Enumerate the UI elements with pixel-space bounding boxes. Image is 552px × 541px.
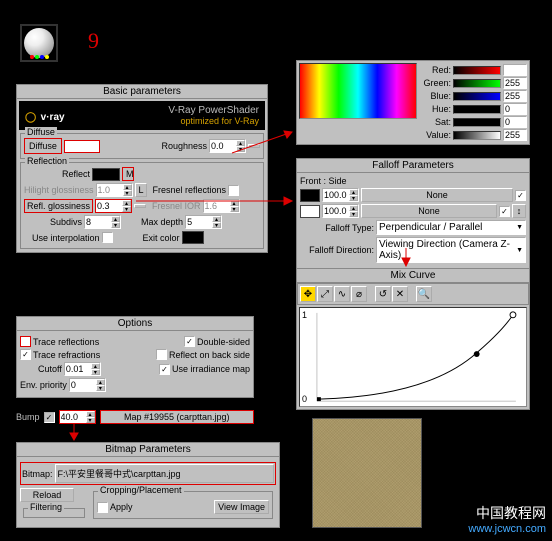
bump-checkbox[interactable]: ✓ [44, 412, 55, 423]
hgloss-label: Hilight glossiness [24, 185, 94, 195]
side-map-button[interactable]: None [361, 204, 497, 218]
side-check[interactable]: ✓ [499, 206, 510, 217]
hue-input[interactable] [503, 103, 527, 115]
falloff-title: Falloff Parameters [297, 159, 529, 173]
arrow-bump-to-bitmap [64, 422, 84, 446]
exitcolor-label: Exit color [143, 233, 180, 243]
red-input[interactable] [503, 64, 527, 76]
exitcolor-swatch[interactable] [182, 231, 204, 244]
bitmap-title: Bitmap Parameters [17, 443, 279, 457]
roughness-label: Roughness [161, 141, 207, 151]
curve-toolbar: ✥ ⤢ ∿ ⌀ ↺ ✕ 🔍 [297, 283, 529, 305]
interp-checkbox[interactable] [102, 232, 113, 243]
zoom-icon[interactable]: 🔍 [416, 286, 432, 302]
bump-label: Bump [16, 412, 40, 422]
bump-map-button[interactable]: Map #19955 (carpttan.jpg) [100, 410, 254, 424]
reflect-label: Reflect [62, 169, 90, 179]
bitmap-parameters-panel: Bitmap Parameters Bitmap:F:\平安里餐哥中式\carp… [16, 442, 280, 528]
vray-line1: V-Ray PowerShader [168, 105, 259, 116]
trace-refr-checkbox[interactable]: ✓ [20, 349, 31, 360]
mix-curve-panel: Mix Curve ✥ ⤢ ∿ ⌀ ↺ ✕ 🔍 1 0 [296, 268, 530, 410]
value-slider[interactable] [453, 131, 501, 140]
envpri-spinner[interactable]: ▴▾ [69, 378, 106, 392]
value-input[interactable] [503, 129, 527, 141]
sat-slider[interactable] [453, 118, 501, 127]
subdivs-spinner[interactable]: ▴▾ [84, 215, 121, 229]
interp-label: Use interpolation [32, 233, 100, 243]
front-map-button[interactable]: None [361, 188, 513, 202]
diffuse-color-swatch[interactable] [64, 140, 100, 153]
watermark: 中国教程网 www.jcwcn.com [468, 503, 546, 535]
bitmap-path-button[interactable]: F:\平安里餐哥中式\carpttan.jpg [55, 464, 274, 483]
reset-icon[interactable]: ↺ [375, 286, 391, 302]
hgloss-spinner[interactable]: ▴▾ [96, 183, 133, 197]
diffuse-label: Diffuse [24, 138, 62, 154]
reflect-map-button[interactable]: M [122, 167, 134, 181]
apply-checkbox[interactable] [97, 502, 108, 513]
vray-banner: ◯ v·ray V-Ray PowerShader optimized for … [19, 101, 265, 130]
front-spinner[interactable]: ▴▾ [322, 188, 359, 202]
irradiance-checkbox[interactable]: ✓ [159, 364, 170, 375]
blue-slider[interactable] [453, 92, 501, 101]
maxdepth-label: Max depth [141, 217, 183, 227]
bump-row: Bump ✓ ▴▾ Map #19955 (carpttan.jpg) [16, 410, 254, 424]
cutoff-spinner[interactable]: ▴▾ [64, 362, 101, 376]
close-icon[interactable]: ✕ [392, 286, 408, 302]
move-tool-icon[interactable]: ✥ [300, 286, 316, 302]
trace-refl-checkbox[interactable] [20, 336, 31, 347]
vray-line2: optimized for V-Ray [168, 116, 259, 126]
basic-title: Basic parameters [17, 85, 267, 99]
arrow-reflect-to-falloff [134, 194, 300, 208]
front-swatch[interactable] [300, 189, 320, 202]
options-panel: Options Trace reflections ✓Double-sided … [16, 316, 254, 398]
maxdepth-spinner[interactable]: ▴▾ [185, 215, 222, 229]
bitmap-label: Bitmap: [22, 469, 53, 479]
material-preview-sphere [20, 24, 58, 62]
arrow-diffuse-to-picker [230, 128, 300, 158]
side-spinner[interactable]: ▴▾ [322, 204, 359, 218]
falloff-type-dropdown[interactable]: Perpendicular / Parallel▼ [376, 220, 526, 235]
vray-logo: ◯ v·ray [25, 107, 65, 125]
front-check[interactable]: ✓ [515, 190, 526, 201]
options-title: Options [17, 317, 253, 331]
basic-parameters-panel: Basic parameters ◯ v·ray V-Ray PowerShad… [16, 84, 268, 253]
reflect-back-checkbox[interactable] [156, 349, 167, 360]
texture-preview [312, 418, 422, 528]
frontside-label: Front : Side [300, 176, 526, 186]
step-number: 9 [88, 28, 99, 54]
view-image-button[interactable]: View Image [214, 500, 269, 514]
green-slider[interactable] [453, 79, 501, 88]
blue-input[interactable] [503, 90, 527, 102]
side-swatch[interactable] [300, 205, 320, 218]
rgloss-spinner[interactable]: ▴▾ [95, 199, 132, 213]
rgloss-label: Refl. glossiness [24, 199, 93, 213]
color-picker: Red: Green: Blue: Hue: Sat: Value: [296, 60, 530, 145]
double-sided-checkbox[interactable]: ✓ [184, 336, 195, 347]
hue-slider[interactable] [453, 105, 501, 114]
swap-button[interactable]: ↕ [512, 204, 526, 218]
arrow-falloff-to-curve [296, 246, 416, 272]
scale-tool-icon[interactable]: ⤢ [317, 286, 333, 302]
reload-button[interactable]: Reload [20, 488, 74, 502]
subdivs-label: Subdivs [50, 217, 82, 227]
add-point-icon[interactable]: ∿ [334, 286, 350, 302]
reflect-color-swatch[interactable] [92, 168, 120, 181]
hue-gradient[interactable] [299, 63, 417, 119]
sat-input[interactable] [503, 116, 527, 128]
green-input[interactable] [503, 77, 527, 89]
curve-editor[interactable]: 1 0 [299, 307, 527, 407]
delete-point-icon[interactable]: ⌀ [351, 286, 367, 302]
red-slider[interactable] [453, 66, 501, 75]
